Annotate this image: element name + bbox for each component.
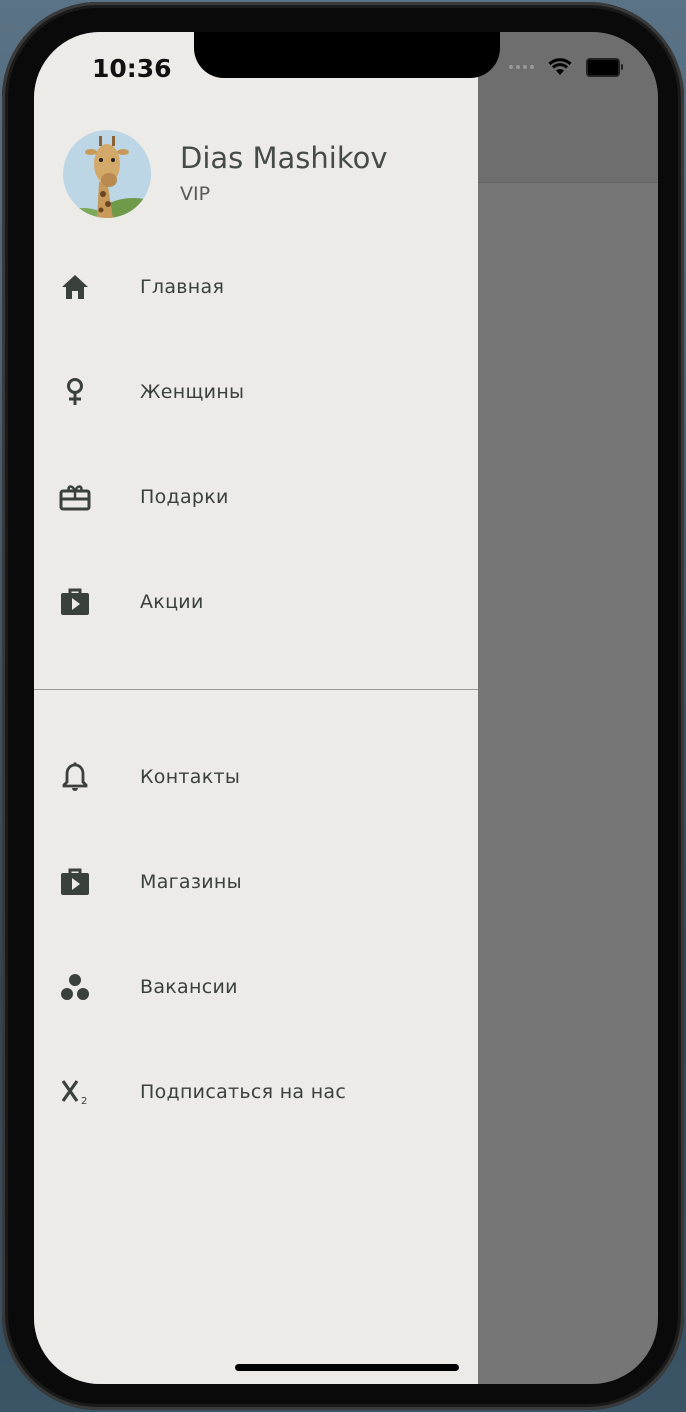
home-indicator[interactable]: [235, 1364, 459, 1371]
giraffe-photo: [63, 130, 151, 218]
menu-item-label: Женщины: [140, 381, 245, 403]
female-icon: [58, 375, 92, 409]
avatar[interactable]: [63, 130, 151, 218]
shop-icon: [58, 585, 92, 619]
status-time: 10:36: [92, 54, 172, 83]
phone-screen: Dias Mashikov VIP Главная Женщины Подарк…: [34, 32, 658, 1384]
menu-item-subscribe[interactable]: 2 Подписаться на нас: [34, 1056, 478, 1128]
status-icons: [509, 54, 623, 80]
bubble-chart-icon: [58, 970, 92, 1004]
subscript-icon: 2: [58, 1075, 92, 1109]
menu-item-label: Подарки: [140, 486, 229, 508]
wifi-icon: [548, 58, 572, 75]
gift-card-icon: [58, 480, 92, 514]
user-name: Dias Mashikov: [180, 141, 388, 175]
menu-item-gifts[interactable]: Подарки: [34, 461, 478, 533]
menu-item-stores[interactable]: Магазины: [34, 846, 478, 918]
menu-item-label: Главная: [140, 276, 225, 298]
bell-icon: [58, 760, 92, 794]
battery-icon: [586, 57, 623, 77]
menu-item-label: Вакансии: [140, 976, 238, 998]
cellular-signal-icon: [509, 65, 534, 69]
menu-item-label: Акции: [140, 591, 204, 613]
menu-item-home[interactable]: Главная: [34, 251, 478, 323]
user-status: VIP: [180, 183, 211, 205]
shop-icon: [58, 865, 92, 899]
menu-item-label: Магазины: [140, 871, 242, 893]
menu-item-contacts[interactable]: Контакты: [34, 741, 478, 813]
home-icon: [58, 270, 92, 304]
menu-item-vacancies[interactable]: Вакансии: [34, 951, 478, 1023]
drawer-divider: [34, 689, 478, 690]
svg-text:2: 2: [81, 1096, 87, 1107]
menu-item-label: Контакты: [140, 766, 241, 788]
menu-item-women[interactable]: Женщины: [34, 356, 478, 428]
phone-frame: Dias Mashikov VIP Главная Женщины Подарк…: [2, 2, 684, 1410]
menu-item-label: Подписаться на нас: [140, 1081, 347, 1103]
phone-notch: [194, 32, 500, 78]
menu-item-promotions[interactable]: Акции: [34, 566, 478, 638]
navigation-drawer: Dias Mashikov VIP Главная Женщины Подарк…: [34, 32, 478, 1384]
